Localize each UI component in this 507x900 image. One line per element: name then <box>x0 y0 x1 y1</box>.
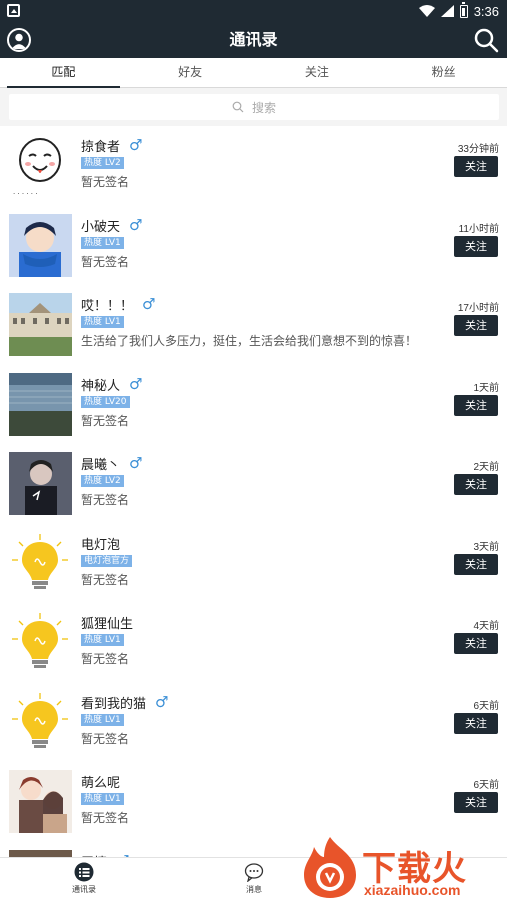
user-avatar[interactable] <box>9 531 72 595</box>
nav-contacts-label: 通讯录 <box>72 885 96 894</box>
user-name: 掠食者 <box>81 140 121 155</box>
male-icon: ♂ <box>129 136 143 154</box>
list-item[interactable]: 晨曦丶 ♂ 热度 LV2 暂无签名 2天前 关注 <box>0 444 507 524</box>
watermark: 下载火 xiazaihuo.com <box>300 835 507 900</box>
level-badge: 热度 LV2 <box>81 157 124 169</box>
nav-messages-label: 消息 <box>246 885 262 894</box>
follow-button[interactable]: 关注 <box>454 633 498 654</box>
nav-contacts[interactable]: 通讯录 <box>54 862 114 895</box>
last-active-time: 1天前 <box>473 382 499 394</box>
nav-messages[interactable]: 消息 <box>224 862 284 895</box>
search-input[interactable]: 搜索 <box>9 94 499 120</box>
male-icon: ♂ <box>129 454 143 472</box>
list-item[interactable]: 电灯泡 电灯泡官方暂无签名 3天前 关注 <box>0 524 507 604</box>
last-active-time: 11小时前 <box>458 223 499 235</box>
list-item[interactable]: 看到我的猫 ♂ 热度 LV1 暂无签名 6天前 关注 <box>0 683 507 763</box>
user-signature: 暂无签名 <box>81 254 130 269</box>
page-title: 通讯录 <box>229 30 278 49</box>
watermark-url: xiazaihuo.com <box>364 882 461 898</box>
search-area: 搜索 <box>0 88 507 126</box>
follow-button[interactable]: 关注 <box>454 235 498 257</box>
battery-icon <box>459 1 468 18</box>
user-name: 电灯泡 <box>81 537 121 553</box>
user-name: 看到我的猫 <box>81 696 147 712</box>
user-avatar[interactable]: . . . . . . <box>9 134 72 197</box>
user-avatar[interactable] <box>9 611 72 674</box>
chat-icon <box>244 863 264 882</box>
tab-following[interactable]: 关注 <box>254 58 381 87</box>
follow-button[interactable]: 关注 <box>454 156 498 177</box>
list-item[interactable]: . . . . . . 掠食者 ♂ 热度 LV2 暂无签名 33分钟前 关注 <box>0 126 507 206</box>
level-badge: 热度 LV20 <box>81 395 130 408</box>
level-badge: 热度 LV1 <box>81 713 124 726</box>
follow-button[interactable]: 关注 <box>454 792 498 813</box>
user-avatar[interactable] <box>9 690 72 754</box>
tab-fans[interactable]: 粉丝 <box>380 58 507 87</box>
status-time: 3:36 <box>473 3 499 19</box>
last-active-time: 33分钟前 <box>457 144 499 155</box>
user-avatar[interactable] <box>9 293 72 356</box>
notification-icon <box>7 4 20 17</box>
level-badge: 热度 LV2 <box>81 475 124 487</box>
search-placeholder: 搜索 <box>251 100 276 115</box>
list-item[interactable]: 萌么呢热度 LV1 暂无签名 6天前 关注 <box>0 762 507 842</box>
user-list: . . . . . . 掠食者 ♂ 热度 LV2 暂无签名 33分钟前 关注 小破天 ♂ 热度 L… <box>0 126 507 857</box>
user-avatar[interactable] <box>9 372 72 436</box>
follow-button[interactable]: 关注 <box>454 474 498 495</box>
list-item[interactable]: 狐狸仙生热度 LV1 暂无签名 4天前 关注 <box>0 603 507 683</box>
follow-button[interactable]: 关注 <box>454 553 498 575</box>
user-avatar[interactable] <box>9 849 72 857</box>
user-name: 萌么呢 <box>81 776 121 791</box>
last-active-time: 3天前 <box>473 541 499 553</box>
user-signature: 暂无签名 <box>81 493 130 507</box>
user-signature: 暂无签名 <box>81 413 130 428</box>
user-signature: 生活给了我们人多压力，挺住，生活会给我们意想不到的惊喜！ <box>81 334 418 348</box>
user-name: 狐狸仙生 <box>81 617 134 632</box>
last-active-time: 6天前 <box>473 700 499 712</box>
last-active-time: 6天前 <box>473 780 499 791</box>
user-signature: 暂无签名 <box>81 811 130 825</box>
status-bar: 3:36 <box>0 0 507 22</box>
list-icon <box>74 862 94 882</box>
last-active-time: 4天前 <box>473 621 499 632</box>
app-bar: 通讯录 <box>0 22 507 58</box>
last-active-time: 17小时前 <box>457 303 499 314</box>
svg-text:. . . . . .: . . . . . . <box>13 188 37 196</box>
level-badge: 电灯泡官方 <box>81 554 133 567</box>
level-badge: 热度 LV1 <box>81 634 124 646</box>
level-badge: 热度 LV1 <box>81 793 124 805</box>
male-icon: ♂ <box>129 215 143 234</box>
user-name: 小破天 <box>81 219 121 235</box>
signal-icon <box>440 5 454 17</box>
last-active-time: 2天前 <box>473 462 499 473</box>
wifi-icon <box>418 5 435 17</box>
user-signature: 暂无签名 <box>81 572 130 587</box>
follow-button[interactable]: 关注 <box>454 712 498 734</box>
list-item[interactable]: 神秘人 ♂ 热度 LV20 暂无签名 1天前 关注 <box>0 365 507 445</box>
level-badge: 热度 LV1 <box>81 236 124 249</box>
user-name: 神秘人 <box>81 378 121 394</box>
tab-friends[interactable]: 好友 <box>127 58 254 87</box>
user-signature: 暂无签名 <box>81 175 130 189</box>
list-item[interactable]: 哎！！！ ♂ 热度 LV1 生活给了我们人多压力，挺住，生活会给我们意想不到的惊喜！ 1… <box>0 285 507 365</box>
tab-bar: 匹配 好友 关注 粉丝 <box>0 58 507 88</box>
user-signature: 暂无签名 <box>81 652 130 666</box>
user-avatar[interactable] <box>9 213 72 277</box>
user-name: 哎！！！ <box>81 299 134 314</box>
male-icon: ♂ <box>142 295 156 313</box>
search-small-icon <box>232 101 244 113</box>
male-icon: ♂ <box>129 374 143 393</box>
flame-logo-icon <box>304 837 356 898</box>
level-badge: 热度 LV1 <box>81 316 124 328</box>
follow-button[interactable]: 关注 <box>454 315 498 336</box>
search-icon[interactable] <box>473 27 499 53</box>
follow-button[interactable]: 关注 <box>454 394 498 416</box>
list-item[interactable]: 小破天 ♂ 热度 LV1 暂无签名 11小时前 关注 <box>0 206 507 286</box>
male-icon: ♂ <box>155 692 169 711</box>
user-signature: 暂无签名 <box>81 731 130 746</box>
user-avatar[interactable] <box>9 452 72 515</box>
user-avatar[interactable] <box>9 770 72 833</box>
tab-match[interactable]: 匹配 <box>0 58 127 88</box>
user-name: 晨曦丶 <box>81 458 121 473</box>
